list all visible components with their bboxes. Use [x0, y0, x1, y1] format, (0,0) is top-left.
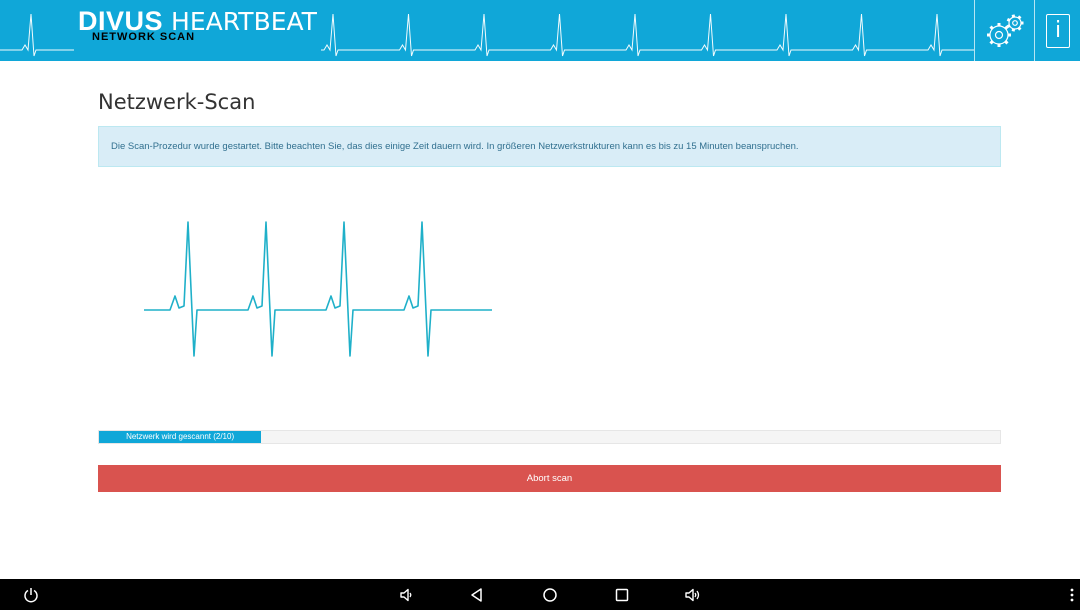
overflow-menu-button[interactable] — [1062, 585, 1080, 605]
home-icon — [543, 588, 557, 602]
back-button[interactable] — [467, 585, 487, 605]
power-button[interactable] — [21, 585, 41, 605]
scan-progress-label: Netzwerk wird gescannt (2/10) — [126, 432, 235, 441]
scan-progress-bar: Netzwerk wird gescannt (2/10) — [99, 431, 262, 443]
volume-down-button[interactable] — [396, 585, 416, 605]
scan-progress: Netzwerk wird gescannt (2/10) — [98, 430, 1001, 444]
volume-up-button[interactable] — [683, 585, 703, 605]
alert-text: Die Scan-Prozedur wurde gestartet. Bitte… — [111, 141, 799, 152]
recents-button[interactable] — [612, 585, 632, 605]
app-header: DIVUS HEARTBEAT NETWORK SCAN i — [0, 0, 1080, 61]
power-icon — [24, 588, 38, 603]
heartbeat-animation-icon — [144, 221, 492, 357]
more-vertical-icon — [1070, 588, 1074, 602]
info-icon: i — [1046, 13, 1070, 48]
abort-scan-button[interactable]: Abort scan — [98, 465, 1001, 492]
settings-button[interactable] — [974, 0, 1035, 61]
volume-down-icon — [400, 588, 412, 602]
info-alert: Die Scan-Prozedur wurde gestartet. Bitte… — [98, 126, 1001, 167]
system-nav-bar — [0, 579, 1080, 610]
home-button[interactable] — [540, 585, 560, 605]
back-icon — [471, 588, 482, 602]
volume-up-icon — [685, 588, 700, 602]
gears-icon — [987, 13, 1024, 47]
recents-icon — [615, 588, 629, 602]
page-title: Netzwerk-Scan — [98, 90, 256, 114]
brand-subtitle: NETWORK SCAN — [92, 31, 196, 43]
info-button[interactable]: i — [1034, 0, 1080, 61]
